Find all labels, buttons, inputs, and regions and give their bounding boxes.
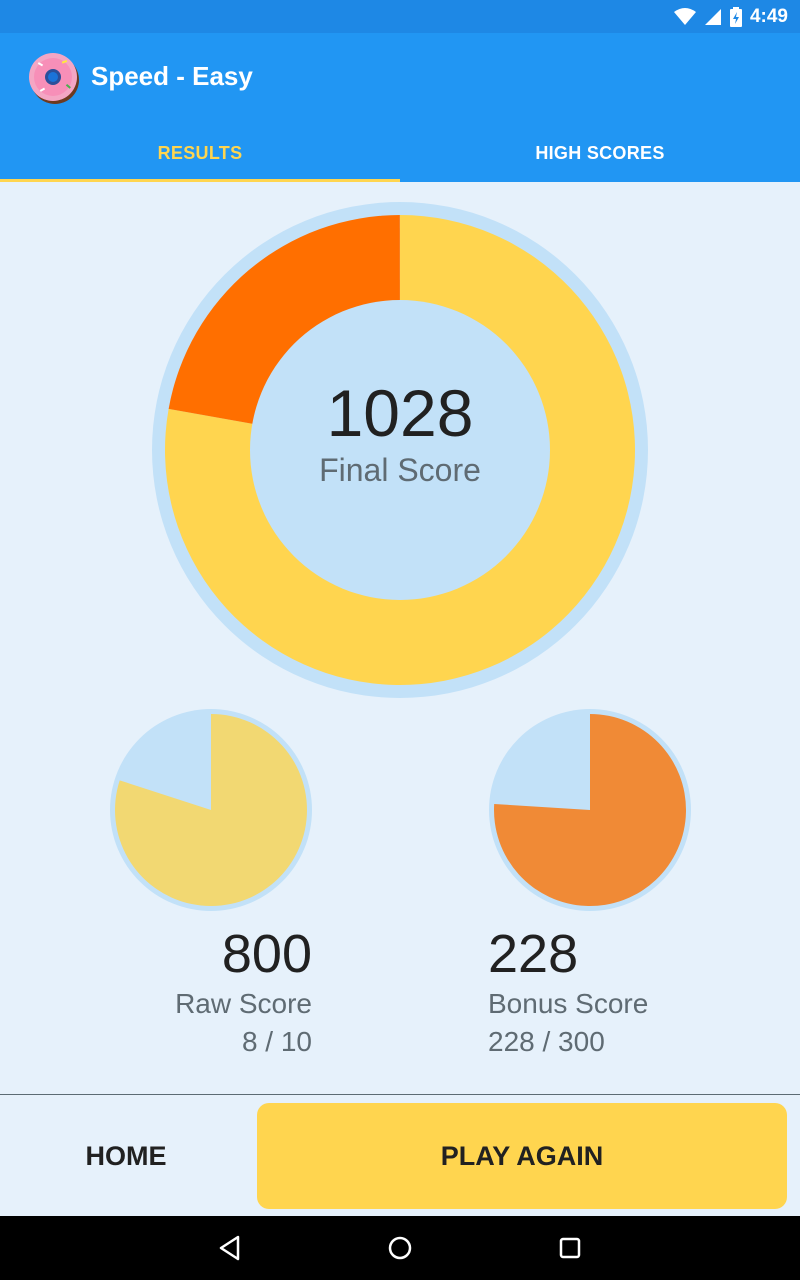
navigation-bar xyxy=(0,1216,800,1280)
tab-high-scores-label: HIGH SCORES xyxy=(535,143,665,163)
battery-charging-icon xyxy=(729,7,742,27)
raw-score-pie-chart xyxy=(110,709,312,911)
tab-results-label: RESULTS xyxy=(157,143,243,163)
bonus-score-detail: 228 / 300 xyxy=(488,1026,605,1057)
bottom-divider xyxy=(0,1094,800,1095)
raw-score-label: Raw Score xyxy=(175,988,312,1019)
final-score-label: Final Score xyxy=(319,452,481,488)
cell-signal-icon xyxy=(704,9,721,25)
bonus-score-label: Bonus Score xyxy=(488,988,649,1019)
back-triangle-icon xyxy=(219,1235,240,1261)
recent-square-icon xyxy=(559,1237,581,1259)
home-circle-icon xyxy=(388,1236,412,1260)
home-button[interactable]: HOME xyxy=(0,1103,252,1209)
donut-logo-icon xyxy=(29,53,79,104)
raw-score-value: 800 xyxy=(221,924,312,984)
home-button-label: HOME xyxy=(85,1140,167,1171)
bonus-score-value: 228 xyxy=(488,924,579,984)
status-icons: 4:49 xyxy=(673,6,788,28)
tab-results[interactable]: RESULTS xyxy=(0,125,400,182)
raw-score-detail: 8 / 10 xyxy=(241,1026,312,1057)
play-again-button[interactable]: PLAY AGAIN xyxy=(257,1103,787,1209)
status-time: 4:49 xyxy=(749,6,788,27)
app-title: Speed - Easy xyxy=(91,61,253,91)
recent-apps-button[interactable] xyxy=(550,1228,590,1268)
back-button[interactable] xyxy=(210,1228,250,1268)
app-bar: Speed - Easy RESULTS HIGH SCORES xyxy=(0,33,800,182)
final-score-value: 1028 xyxy=(326,376,474,450)
wifi-icon xyxy=(673,8,696,25)
status-bar: 4:49 xyxy=(0,0,800,33)
tab-high-scores[interactable]: HIGH SCORES xyxy=(400,125,800,182)
bonus-score-pie-chart xyxy=(489,709,691,911)
play-again-button-label: PLAY AGAIN xyxy=(440,1140,604,1171)
tab-indicator xyxy=(0,179,400,182)
home-nav-button[interactable] xyxy=(380,1228,420,1268)
